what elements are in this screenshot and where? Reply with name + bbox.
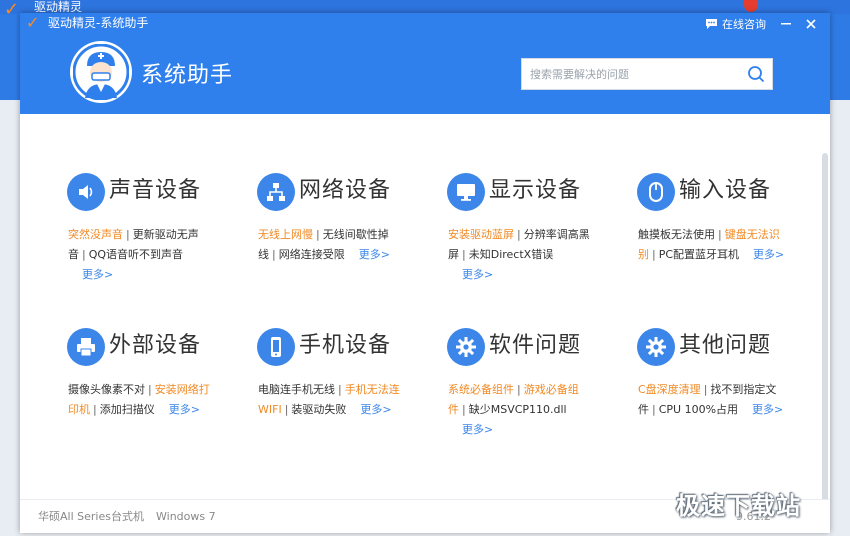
category-links: 无线上网慢 | 无线间歇性掉线 | 网络连接受限 更多> [258, 225, 408, 265]
link-separator: | [272, 248, 276, 261]
os-version: Windows 7 [156, 510, 216, 523]
online-consult-button[interactable]: 在线咨询 [705, 15, 766, 33]
close-icon [806, 19, 816, 29]
scrollbar[interactable] [822, 153, 828, 503]
link-separator: | [462, 248, 466, 261]
gear-icon[interactable] [447, 328, 485, 366]
problem-link[interactable]: CPU 100%占用 [659, 403, 738, 416]
category-links: 电脑连手机无线 | 手机无法连WIFI | 装驱动失败 更多> [258, 380, 408, 420]
system-assistant-dialog: ✓ 驱动精灵-系统助手 在线咨询 系统助手 搜索需要解决的问题 声音设备 突然没… [20, 13, 830, 533]
link-separator: | [718, 228, 722, 241]
link-separator: | [338, 383, 342, 396]
background-panel-left [0, 100, 20, 536]
close-button[interactable] [799, 13, 823, 35]
more-link[interactable]: 更多> [169, 403, 200, 416]
category-links: C盘深度清理 | 找不到指定文件 | CPU 100%占用 更多> [638, 380, 788, 420]
link-separator: | [517, 383, 521, 396]
problem-link[interactable]: 缺少MSVCP110.dll [469, 403, 567, 416]
link-separator: | [517, 228, 521, 241]
app-name-heading: 系统助手 [141, 63, 234, 88]
dialog-title: 驱动精灵-系统助手 [48, 16, 149, 30]
chat-bubble-icon [706, 19, 717, 29]
link-separator: | [148, 383, 152, 396]
phone-icon[interactable] [257, 328, 295, 366]
search-box [521, 58, 773, 90]
problem-link[interactable]: 摄像头像素不对 [68, 383, 145, 396]
category-card: 网络设备 无线上网慢 | 无线间歇性掉线 | 网络连接受限 更多> [231, 173, 406, 313]
link-separator: | [703, 383, 708, 396]
link-separator: | [284, 403, 289, 416]
computer-model: 华硕All Series台式机 [38, 510, 144, 523]
more-link[interactable]: 更多> [360, 403, 391, 416]
link-separator: | [126, 228, 130, 241]
more-link[interactable]: 更多> [753, 248, 784, 261]
category-title[interactable]: 声音设备 [109, 174, 201, 208]
problem-link[interactable]: 添加扫描仪 [100, 403, 155, 416]
problem-link[interactable]: 安装驱动蓝屏 [448, 228, 514, 241]
link-separator: | [462, 403, 466, 416]
more-link[interactable]: 更多> [752, 403, 783, 416]
category-card: 其他问题 C盘深度清理 | 找不到指定文件 | CPU 100%占用 更多> [611, 328, 786, 468]
link-separator: | [93, 403, 97, 416]
gear-icon[interactable] [637, 328, 675, 366]
category-title[interactable]: 输入设备 [679, 174, 771, 208]
background-app-title: 驱动精灵 [34, 0, 83, 12]
category-title[interactable]: 网络设备 [299, 174, 391, 208]
category-card: 手机设备 电脑连手机无线 | 手机无法连WIFI | 装驱动失败 更多> [231, 328, 406, 468]
problem-link[interactable]: 电脑连手机无线 [258, 383, 335, 396]
problem-link[interactable]: 突然没声音 [68, 228, 123, 241]
category-links: 突然没声音 | 更新驱动无声音 | QQ语音听不到声音更多> [68, 225, 218, 285]
doctor-avatar-icon [73, 44, 129, 100]
category-card: 输入设备 触摸板无法使用 | 键盘无法识别 | PC配置蓝牙耳机 更多> [611, 173, 786, 313]
background-panel-right [830, 100, 850, 536]
site-watermark: 极速下载站 [676, 492, 801, 520]
category-title[interactable]: 软件问题 [489, 329, 581, 363]
link-separator: | [652, 403, 656, 416]
problem-link[interactable]: C盘深度清理 [638, 383, 701, 396]
category-card: 声音设备 突然没声音 | 更新驱动无声音 | QQ语音听不到声音更多> [41, 173, 216, 313]
search-input[interactable] [522, 59, 742, 89]
problem-link[interactable]: 触摸板无法使用 [638, 228, 715, 241]
category-card: 软件问题 系统必备组件 | 游戏必备组件 | 缺少MSVCP110.dll更多> [421, 328, 596, 468]
category-title[interactable]: 显示设备 [489, 174, 581, 208]
link-separator: | [652, 248, 656, 261]
category-card: 外部设备 摄像头像素不对 | 安装网络打印机 | 添加扫描仪 更多> [41, 328, 216, 468]
online-consult-label: 在线咨询 [722, 18, 766, 31]
link-separator: | [82, 248, 86, 261]
category-links: 安装驱动蓝屏 | 分辨率调高黑屏 | 未知DirectX错误更多> [448, 225, 598, 285]
network-icon[interactable] [257, 173, 295, 211]
category-title[interactable]: 手机设备 [299, 329, 391, 363]
mouse-icon[interactable] [637, 173, 675, 211]
problem-link[interactable]: PC配置蓝牙耳机 [659, 248, 739, 261]
more-link[interactable]: 更多> [462, 423, 493, 436]
assistant-avatar [70, 41, 132, 103]
link-separator: | [316, 228, 320, 241]
problem-link[interactable]: 无线上网慢 [258, 228, 313, 241]
minimize-icon [781, 23, 791, 25]
monitor-icon[interactable] [447, 173, 485, 211]
more-link[interactable]: 更多> [359, 248, 390, 261]
minimize-button[interactable] [774, 13, 798, 35]
category-links: 摄像头像素不对 | 安装网络打印机 | 添加扫描仪 更多> [68, 380, 218, 420]
problem-link[interactable]: 网络连接受限 [279, 248, 345, 261]
problem-link[interactable]: QQ语音听不到声音 [89, 248, 183, 261]
printer-icon[interactable] [67, 328, 105, 366]
background-titlebar [0, 0, 850, 14]
category-card: 显示设备 安装驱动蓝屏 | 分辨率调高黑屏 | 未知DirectX错误更多> [421, 173, 596, 313]
more-link[interactable]: 更多> [82, 268, 113, 281]
app-logo-icon: ✓ [26, 13, 40, 32]
problem-link[interactable]: 系统必备组件 [448, 383, 514, 396]
category-title[interactable]: 其他问题 [679, 329, 771, 363]
problem-link[interactable]: 装驱动失败 [291, 403, 346, 416]
more-link[interactable]: 更多> [462, 268, 493, 281]
problem-link[interactable]: 未知DirectX错误 [469, 248, 553, 261]
speaker-icon[interactable] [67, 173, 105, 211]
search-icon[interactable] [747, 65, 765, 83]
category-links: 触摸板无法使用 | 键盘无法识别 | PC配置蓝牙耳机 更多> [638, 225, 788, 265]
category-links: 系统必备组件 | 游戏必备组件 | 缺少MSVCP110.dll更多> [448, 380, 598, 440]
dialog-header: ✓ 驱动精灵-系统助手 在线咨询 系统助手 搜索需要解决的问题 [20, 13, 830, 114]
category-title[interactable]: 外部设备 [109, 329, 201, 363]
